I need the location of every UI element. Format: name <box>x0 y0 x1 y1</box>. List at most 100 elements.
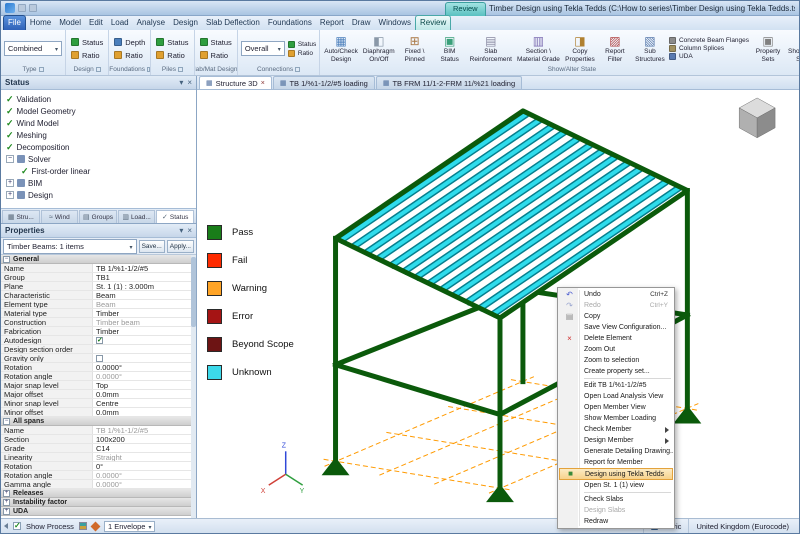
property-row[interactable]: Grade C14 <box>1 444 196 453</box>
collapsed-section-header[interactable]: Releases <box>1 489 196 498</box>
view-tab[interactable]: ▦ TB FRM 11/1-2-FRM 11/%21 loading <box>375 76 523 89</box>
checkbox[interactable] <box>96 354 103 362</box>
quick-access-icon[interactable] <box>29 4 37 12</box>
property-row[interactable]: Material type Timber <box>1 309 196 318</box>
panel-tab[interactable]: ▥ Load... <box>117 210 156 223</box>
properties-scrollbar[interactable] <box>191 255 196 518</box>
ribbon-button[interactable]: Status <box>287 40 316 48</box>
ribbon-tab[interactable]: Load <box>107 16 133 30</box>
status-tree-item[interactable]: Decomposition <box>6 141 196 153</box>
checkbox[interactable] <box>96 336 103 344</box>
ribbon-button[interactable]: Ratio <box>69 50 105 61</box>
properties-selector-dropdown[interactable]: Timber Beams: 1 items <box>3 238 137 254</box>
model-3d-view[interactable]: Z X Y Pass Fail Warning Error Beyond Sco… <box>197 90 799 518</box>
app-icon[interactable] <box>5 3 15 13</box>
section-expander-icon[interactable] <box>3 489 10 497</box>
ribbon-tab[interactable]: Windows <box>375 16 415 30</box>
context-menu-item[interactable]: × Delete Element <box>559 333 673 344</box>
status-tree-item[interactable]: BIM <box>6 177 196 189</box>
status-tree-item[interactable]: Wind Model <box>6 117 196 129</box>
panel-tab[interactable]: ≈ Wind <box>40 210 79 223</box>
status-tree-item[interactable]: Meshing <box>6 129 196 141</box>
property-row[interactable]: Rotation angle 0.0000° <box>1 372 196 381</box>
status-tree-item[interactable]: First-order linear <box>6 165 196 177</box>
context-menu-item[interactable]: Show Member Loading <box>559 413 673 424</box>
show-process-checkbox[interactable] <box>13 521 21 530</box>
envelope-dropdown[interactable]: 1 Envelope <box>103 520 156 532</box>
context-menu-item[interactable]: ▤ Copy <box>559 311 673 322</box>
context-menu-item[interactable]: ↷ Redo Ctrl+Y <box>559 300 673 311</box>
ribbon-button[interactable]: Ratio <box>112 50 147 61</box>
property-row[interactable]: Name TB 1/%1-1/2/#5 <box>1 264 196 273</box>
ribbon-tab[interactable]: File <box>3 15 26 30</box>
ribbon-big-button[interactable]: ▥ Section \ Material Grade <box>516 34 561 63</box>
annotation-icon[interactable] <box>78 522 87 530</box>
dialog-launcher-icon[interactable] <box>38 67 44 72</box>
section-expander-icon[interactable] <box>3 417 10 425</box>
context-menu-item[interactable]: Zoom to selection <box>559 355 673 366</box>
ribbon-tab[interactable]: Slab Deflection <box>202 16 264 30</box>
context-menu-item[interactable]: Design Member <box>559 435 673 446</box>
property-row[interactable]: Autodesign <box>1 336 196 345</box>
context-menu-item[interactable]: Check Slabs <box>559 494 673 505</box>
ribbon-button[interactable]: Ratio <box>287 49 316 57</box>
ribbon-button[interactable]: Depth <box>112 37 147 48</box>
context-menu-item[interactable]: ↶ Undo Ctrl+Z <box>559 289 673 300</box>
ribbon-tab[interactable]: Edit <box>85 16 107 30</box>
collapsed-section-header[interactable]: Instability factor <box>1 498 196 507</box>
panel-tab[interactable]: ▤ Groups <box>79 210 117 223</box>
dialog-launcher-icon[interactable] <box>95 67 101 72</box>
dialog-launcher-icon[interactable] <box>177 67 183 72</box>
ribbon-button[interactable]: Status <box>69 37 105 48</box>
ribbon-big-button[interactable]: ▣ BIM Status <box>434 34 466 63</box>
panel-tab[interactable]: ▦ Stru... <box>2 210 40 223</box>
property-row[interactable]: Element type Beam <box>1 300 196 309</box>
ribbon-button[interactable]: UDA <box>668 53 749 60</box>
apply-button[interactable]: Apply... <box>166 239 194 253</box>
status-tree-item[interactable]: Design <box>6 189 196 201</box>
view-tab[interactable]: ▦ Structure 3D <box>199 76 272 89</box>
property-row[interactable]: Design section order <box>1 345 196 354</box>
tree-expander-icon[interactable] <box>6 155 14 163</box>
property-row[interactable]: Rotation 0° <box>1 462 196 471</box>
ribbon-button[interactable]: Column Splices <box>668 45 749 52</box>
ribbon-tab[interactable]: Draw <box>348 16 375 30</box>
property-row[interactable]: Characteristic Beam <box>1 291 196 300</box>
collapse-arrow-icon[interactable] <box>4 523 8 529</box>
panel-tab[interactable]: ✓ Status <box>156 210 194 223</box>
close-icon[interactable]: × <box>187 78 192 87</box>
ribbon-big-button[interactable]: ◧ Diaphragm On/Off <box>362 34 396 63</box>
quick-access-icon[interactable] <box>18 4 26 12</box>
context-menu-item[interactable]: Edit TB 1/%1-1/2/#5 <box>559 380 673 391</box>
ribbon-big-button[interactable]: ▧ Sub Structures <box>634 34 666 63</box>
panel-menu-icon[interactable]: ▾ <box>179 78 183 87</box>
property-row[interactable]: Plane St. 1 (1) : 3.000m <box>1 282 196 291</box>
ribbon-tab[interactable]: Model <box>55 16 85 30</box>
property-row[interactable]: Major offset 0.0mm <box>1 390 196 399</box>
context-menu-item[interactable]: Save View Configuration... <box>559 322 673 333</box>
ribbon-tab[interactable]: Report <box>316 16 348 30</box>
context-menu-item[interactable]: Check Member <box>559 424 673 435</box>
ribbon-button[interactable]: Concrete Beam Flanges <box>668 37 749 44</box>
combined-dropdown[interactable]: Combined <box>4 41 62 56</box>
context-menu-item[interactable]: Redraw <box>559 516 673 527</box>
ribbon-button[interactable]: Status <box>198 37 234 48</box>
save-button[interactable]: Save... <box>138 239 165 253</box>
ribbon-button[interactable]: Ratio <box>198 50 234 61</box>
overall-dropdown[interactable]: Overall <box>240 41 285 56</box>
section-expander-icon[interactable] <box>3 507 10 515</box>
property-row[interactable]: Section 100x200 <box>1 435 196 444</box>
close-icon[interactable] <box>261 80 265 87</box>
context-menu-item[interactable]: Open Load Analysis View <box>559 391 673 402</box>
property-row[interactable]: Construction Timber beam <box>1 318 196 327</box>
property-row[interactable]: Gravity only <box>1 354 196 363</box>
property-row[interactable]: Gamma angle 0.0000° <box>1 480 196 489</box>
ribbon-big-button[interactable]: ▣ Property Sets <box>752 34 784 63</box>
context-menu-item[interactable]: Create property set... <box>559 366 673 377</box>
property-row[interactable]: Minor snap level Centre <box>1 399 196 408</box>
collapsed-section-header[interactable]: UDA <box>1 507 196 516</box>
view-tab[interactable]: ▦ TB 1/%1-1/2/#5 loading <box>272 76 375 89</box>
property-row[interactable]: Rotation angle 0.0000° <box>1 471 196 480</box>
context-menu-item[interactable]: Zoom Out <box>559 344 673 355</box>
property-row[interactable]: Rotation 0.0000° <box>1 363 196 372</box>
